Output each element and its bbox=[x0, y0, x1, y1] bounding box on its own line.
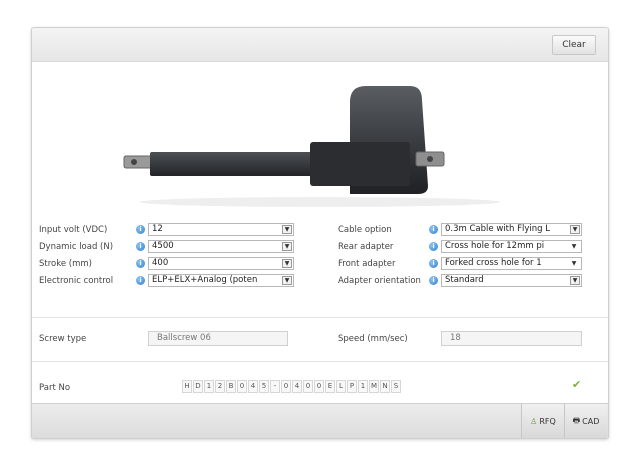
adapter-orientation-label: Adapter orientation bbox=[338, 276, 421, 286]
chevron-down-icon[interactable]: ▼ bbox=[569, 258, 579, 269]
info-icon[interactable]: i bbox=[429, 225, 438, 234]
chevron-down-icon[interactable]: ▼ bbox=[282, 259, 292, 268]
info-icon[interactable]: i bbox=[136, 259, 145, 268]
info-icon[interactable]: i bbox=[429, 276, 438, 285]
part-number-char: 0 bbox=[281, 380, 291, 393]
rfq-icon: ♙ bbox=[530, 417, 538, 426]
part-number-char: S bbox=[391, 380, 401, 393]
info-icon[interactable]: i bbox=[429, 242, 438, 251]
cad-label: CAD bbox=[582, 417, 600, 426]
part-number-char: B bbox=[226, 380, 236, 393]
input-volt-value: 12 bbox=[152, 224, 163, 234]
chevron-down-icon[interactable]: ▼ bbox=[570, 276, 580, 285]
part-number-char: H bbox=[182, 380, 192, 393]
chevron-down-icon[interactable]: ▼ bbox=[282, 242, 292, 251]
front-adapter-select[interactable]: Forked cross hole for 1 ▼ bbox=[441, 257, 582, 270]
dynamic-load-label: Dynamic load (N) bbox=[39, 242, 114, 252]
speed-label: Speed (mm/sec) bbox=[338, 334, 408, 344]
cable-option-select[interactable]: 0.3m Cable with Flying L ▼ bbox=[441, 223, 582, 236]
cad-icon: 🖶 bbox=[572, 415, 581, 425]
part-number-char: 1 bbox=[358, 380, 368, 393]
part-number-char: M bbox=[369, 380, 379, 393]
cable-option-value: 0.3m Cable with Flying L bbox=[445, 224, 550, 234]
part-number-char: 1 bbox=[204, 380, 214, 393]
front-adapter-value: Forked cross hole for 1 bbox=[445, 258, 542, 268]
stroke-value: 400 bbox=[152, 258, 169, 268]
stroke-label: Stroke (mm) bbox=[39, 259, 92, 269]
part-number-char: E bbox=[325, 380, 335, 393]
part-number-char: 0 bbox=[303, 380, 313, 393]
adapter-orientation-value: Standard bbox=[445, 275, 484, 285]
rear-adapter-select[interactable]: Cross hole for 12mm pi ▼ bbox=[441, 240, 582, 253]
part-number-char: 4 bbox=[248, 380, 258, 393]
adapter-orientation-select[interactable]: Standard ▼ bbox=[441, 274, 582, 287]
rear-adapter-label: Rear adapter bbox=[338, 242, 394, 252]
front-adapter-label: Front adapter bbox=[338, 259, 396, 269]
screw-type-label: Screw type bbox=[39, 334, 87, 344]
part-number-char: 0 bbox=[237, 380, 247, 393]
dynamic-load-value: 4500 bbox=[152, 241, 174, 251]
part-number-char: 4 bbox=[292, 380, 302, 393]
clear-button[interactable]: Clear bbox=[552, 35, 596, 55]
chevron-down-icon[interactable]: ▼ bbox=[282, 276, 292, 285]
panel-header: Clear bbox=[32, 28, 608, 62]
part-number-char: D bbox=[193, 380, 203, 393]
check-icon: ✔ bbox=[572, 378, 582, 391]
info-icon[interactable]: i bbox=[136, 276, 145, 285]
part-number-char: 0 bbox=[314, 380, 324, 393]
screw-type-value: Ballscrew 06 bbox=[148, 331, 288, 346]
chevron-down-icon[interactable]: ▼ bbox=[282, 225, 292, 234]
actuator-image bbox=[123, 86, 500, 207]
electronic-control-select[interactable]: ELP+ELX+Analog (poten ▼ bbox=[148, 274, 294, 287]
rear-adapter-value: Cross hole for 12mm pi bbox=[445, 241, 545, 251]
info-icon[interactable]: i bbox=[136, 225, 145, 234]
dynamic-load-select[interactable]: 4500 ▼ bbox=[148, 240, 294, 253]
rfq-button[interactable]: ♙ RFQ bbox=[521, 404, 564, 438]
part-number-char: N bbox=[380, 380, 390, 393]
footer-bar: ♙ RFQ 🖶 CAD bbox=[32, 403, 608, 438]
divider bbox=[32, 361, 608, 362]
part-number: HD12B045-0400ELP1MNS bbox=[182, 380, 402, 393]
info-icon[interactable]: i bbox=[136, 242, 145, 251]
chevron-down-icon[interactable]: ▼ bbox=[569, 241, 579, 252]
speed-value: 18 bbox=[441, 331, 582, 346]
part-number-char: P bbox=[347, 380, 357, 393]
input-volt-select[interactable]: 12 ▼ bbox=[148, 223, 294, 236]
part-number-char: - bbox=[270, 380, 280, 393]
chevron-down-icon[interactable]: ▼ bbox=[570, 225, 580, 234]
divider bbox=[32, 317, 608, 318]
input-volt-label: Input volt (VDC) bbox=[39, 225, 108, 235]
rfq-label: RFQ bbox=[539, 417, 556, 426]
configurator-panel: Clear Input volt (VDC) i 12 ▼ Dynamic lo… bbox=[31, 27, 609, 439]
electronic-control-label: Electronic control bbox=[39, 276, 114, 286]
stroke-select[interactable]: 400 ▼ bbox=[148, 257, 294, 270]
cable-option-label: Cable option bbox=[338, 225, 392, 235]
part-number-char: L bbox=[336, 380, 346, 393]
electronic-control-value: ELP+ELX+Analog (poten bbox=[152, 275, 258, 285]
part-no-label: Part No bbox=[39, 383, 71, 393]
info-icon[interactable]: i bbox=[429, 259, 438, 268]
part-number-char: 2 bbox=[215, 380, 225, 393]
part-number-char: 5 bbox=[259, 380, 269, 393]
cad-button[interactable]: 🖶 CAD bbox=[564, 404, 607, 438]
